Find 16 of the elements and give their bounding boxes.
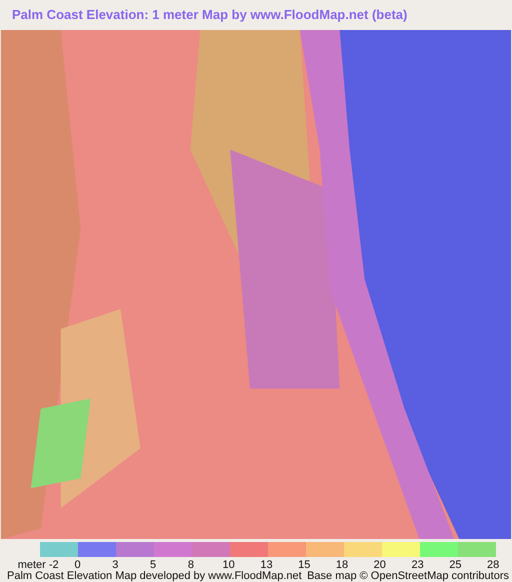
legend-label: 10 — [222, 560, 236, 571]
legend-label: 0 — [73, 560, 82, 571]
legend-label: 18 — [334, 560, 350, 571]
legend-label: 20 — [372, 560, 387, 571]
legend-label: 25 — [448, 560, 462, 571]
legend-label: 15 — [297, 560, 312, 571]
credit-text: Palm Coast Elevation Map developed by www.FloodMap.net — [7, 571, 302, 582]
legend-label: 3 — [111, 560, 120, 571]
legend-label: 28 — [486, 560, 500, 571]
attribution-text: Base map © OpenStreetMap contributors — [307, 571, 509, 582]
map-title: Palm Coast Elevation: 1 meter Map by www.FloodMap.net (beta) — [11, 6, 408, 24]
legend-label: 23 — [410, 560, 425, 571]
legend-label: meter -2 — [16, 560, 59, 571]
legend-label: 8 — [186, 560, 195, 571]
legend-label: 5 — [149, 560, 158, 571]
legend-label: 13 — [259, 560, 274, 571]
